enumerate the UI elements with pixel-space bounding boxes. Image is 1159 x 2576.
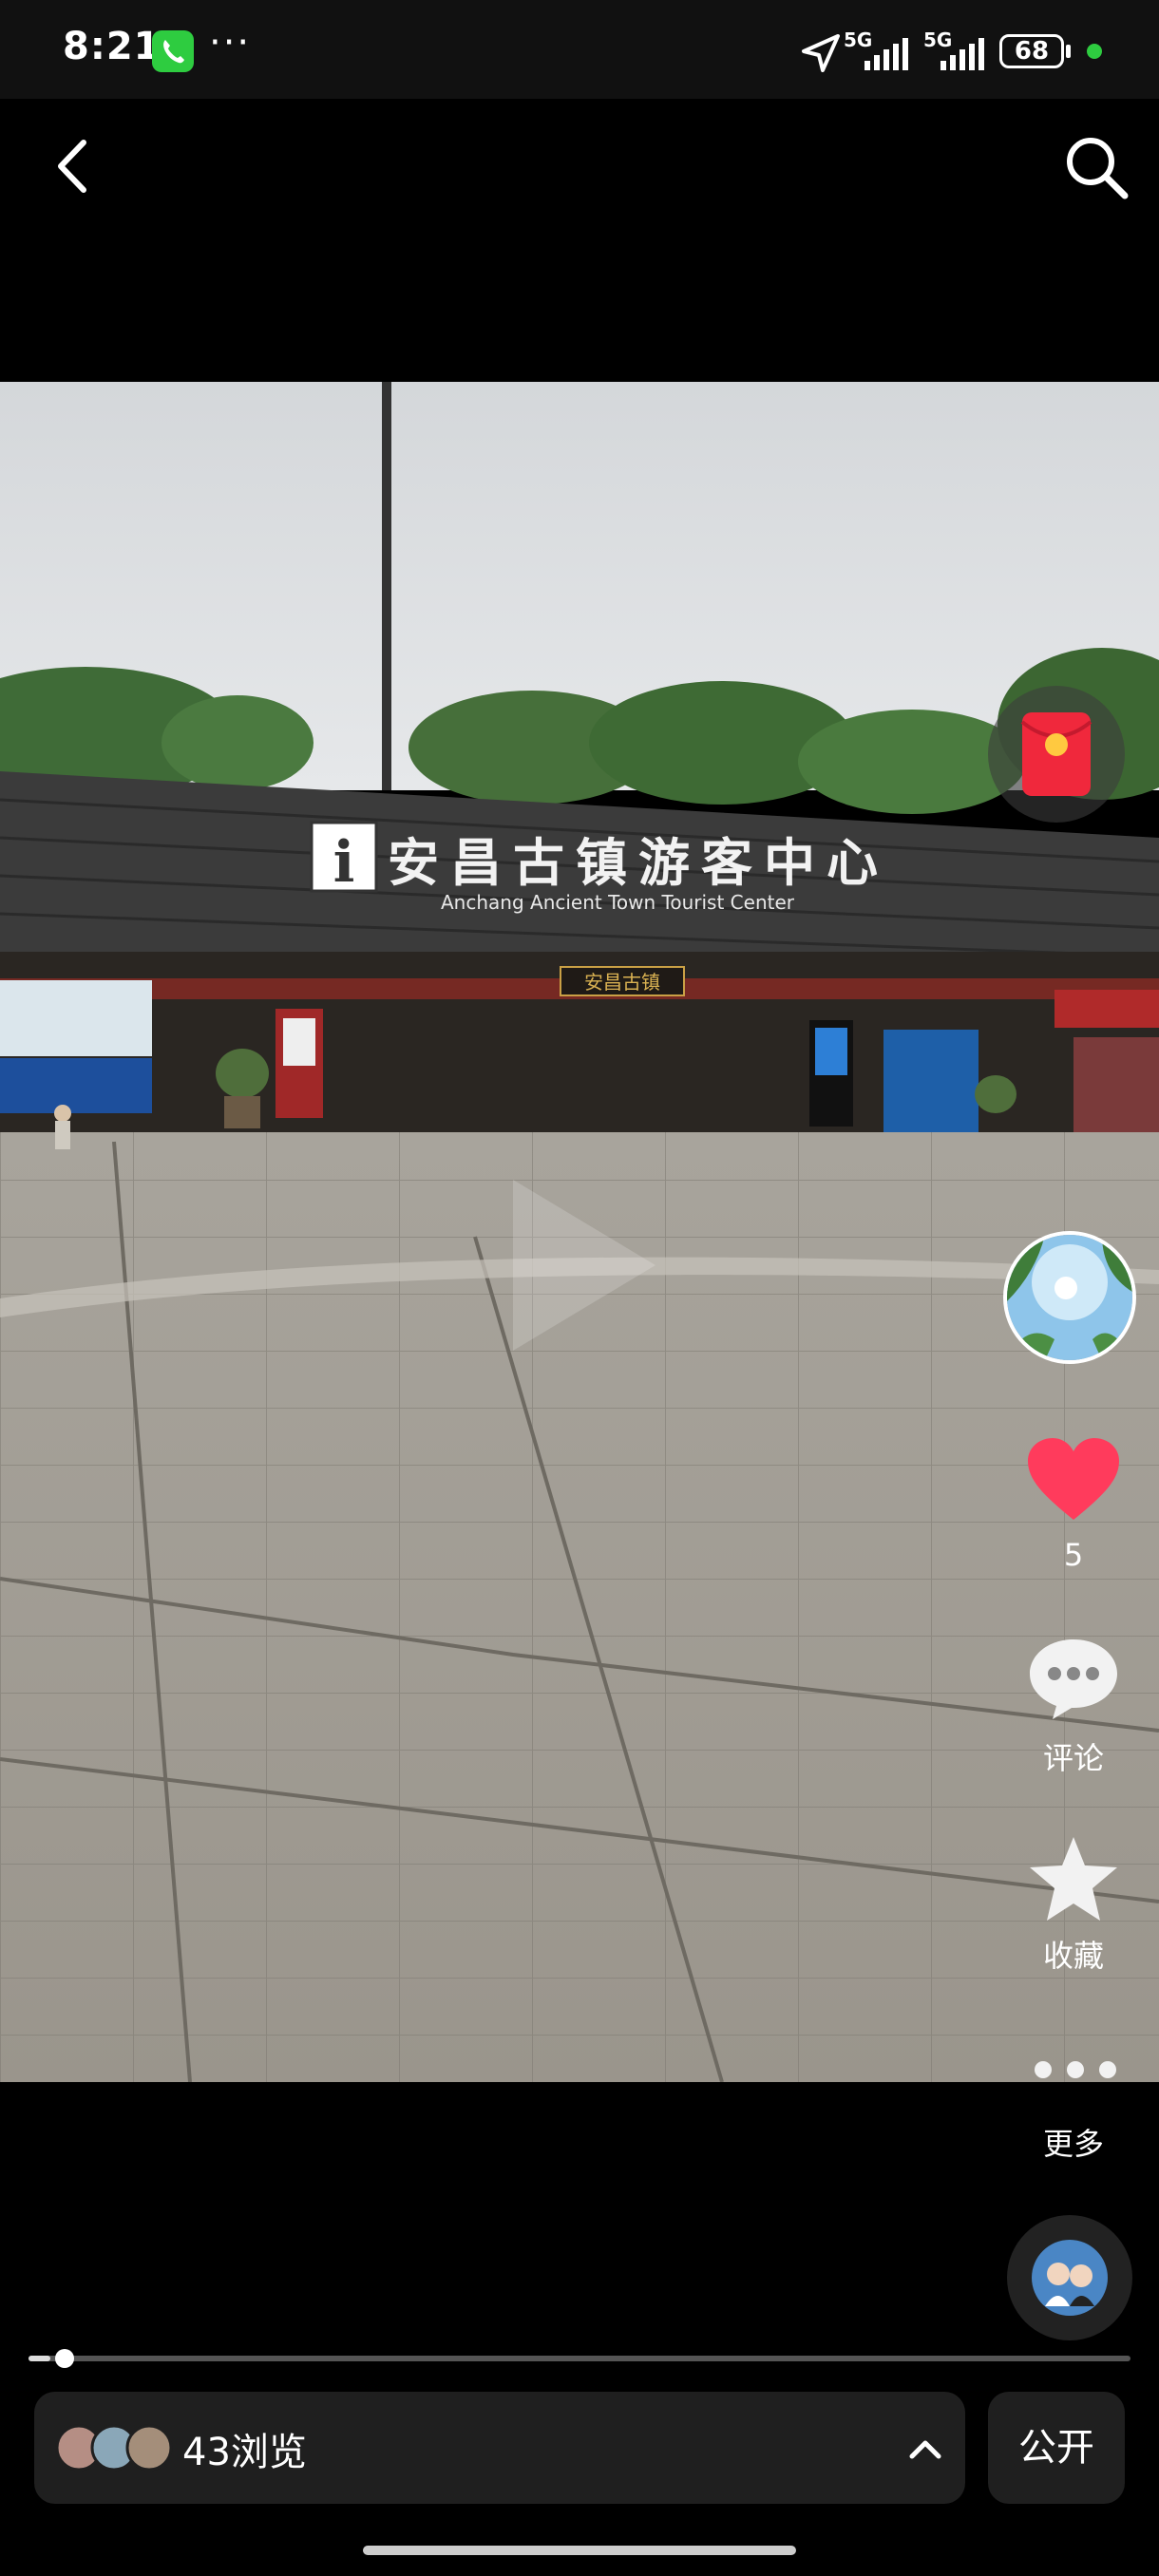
home-indicator[interactable] (363, 2546, 796, 2555)
video-progress-track[interactable] (28, 2356, 1130, 2361)
heart-like-icon[interactable] (1024, 1434, 1123, 1525)
privacy-indicator-dot (1087, 44, 1102, 59)
signal-icon-2 (940, 38, 984, 70)
more-dots-icon[interactable] (1028, 2055, 1123, 2084)
red-packet-button[interactable] (988, 686, 1125, 823)
video-progress-handle[interactable] (55, 2349, 74, 2368)
status-time: 8:21 (63, 25, 162, 68)
public-button[interactable]: 公开 (988, 2392, 1125, 2504)
red-envelope-icon (1020, 712, 1092, 796)
author-avatar[interactable] (1003, 1231, 1136, 1364)
battery-tip (1066, 45, 1071, 58)
favorite-label: 收藏 (1042, 1938, 1104, 1974)
author-avatar-image (1007, 1235, 1132, 1360)
viewer-avatars (55, 2424, 173, 2472)
gate-sign: 安昌古镇 (584, 971, 660, 994)
building-sign-cn: 安昌古镇游客中心 (388, 833, 889, 893)
more-label[interactable]: 更多 (1016, 2120, 1130, 2164)
music-disc-avatar (1032, 2240, 1108, 2316)
svg-text:i: i (333, 829, 355, 896)
comment-icon[interactable] (1024, 1634, 1123, 1725)
favorite-star-icon[interactable] (1024, 1833, 1123, 1924)
video-player[interactable]: i 安昌古镇游客中心 Anchang Ancient Town Tourist … (0, 382, 1159, 2082)
battery-indicator: 68 (999, 34, 1064, 68)
search-icon[interactable] (1062, 133, 1130, 201)
video-progress-fill (28, 2356, 50, 2361)
video-frame: i 安昌古镇游客中心 Anchang Ancient Town Tourist … (0, 382, 1159, 2082)
building-sign-en: Anchang Ancient Town Tourist Center (441, 891, 795, 914)
location-arrow-icon (802, 34, 840, 72)
status-more-icon: ··· (209, 21, 252, 65)
views-count-label: 43浏览 (182, 2431, 307, 2474)
like-count: 5 (1063, 1537, 1084, 1573)
back-arrow-icon[interactable] (48, 133, 104, 199)
comment-label: 评论 (1042, 1740, 1104, 1776)
phone-call-icon (152, 30, 194, 72)
signal-icon (864, 38, 908, 70)
music-disc[interactable] (1007, 2215, 1132, 2340)
chevron-up-icon[interactable] (906, 2432, 944, 2466)
